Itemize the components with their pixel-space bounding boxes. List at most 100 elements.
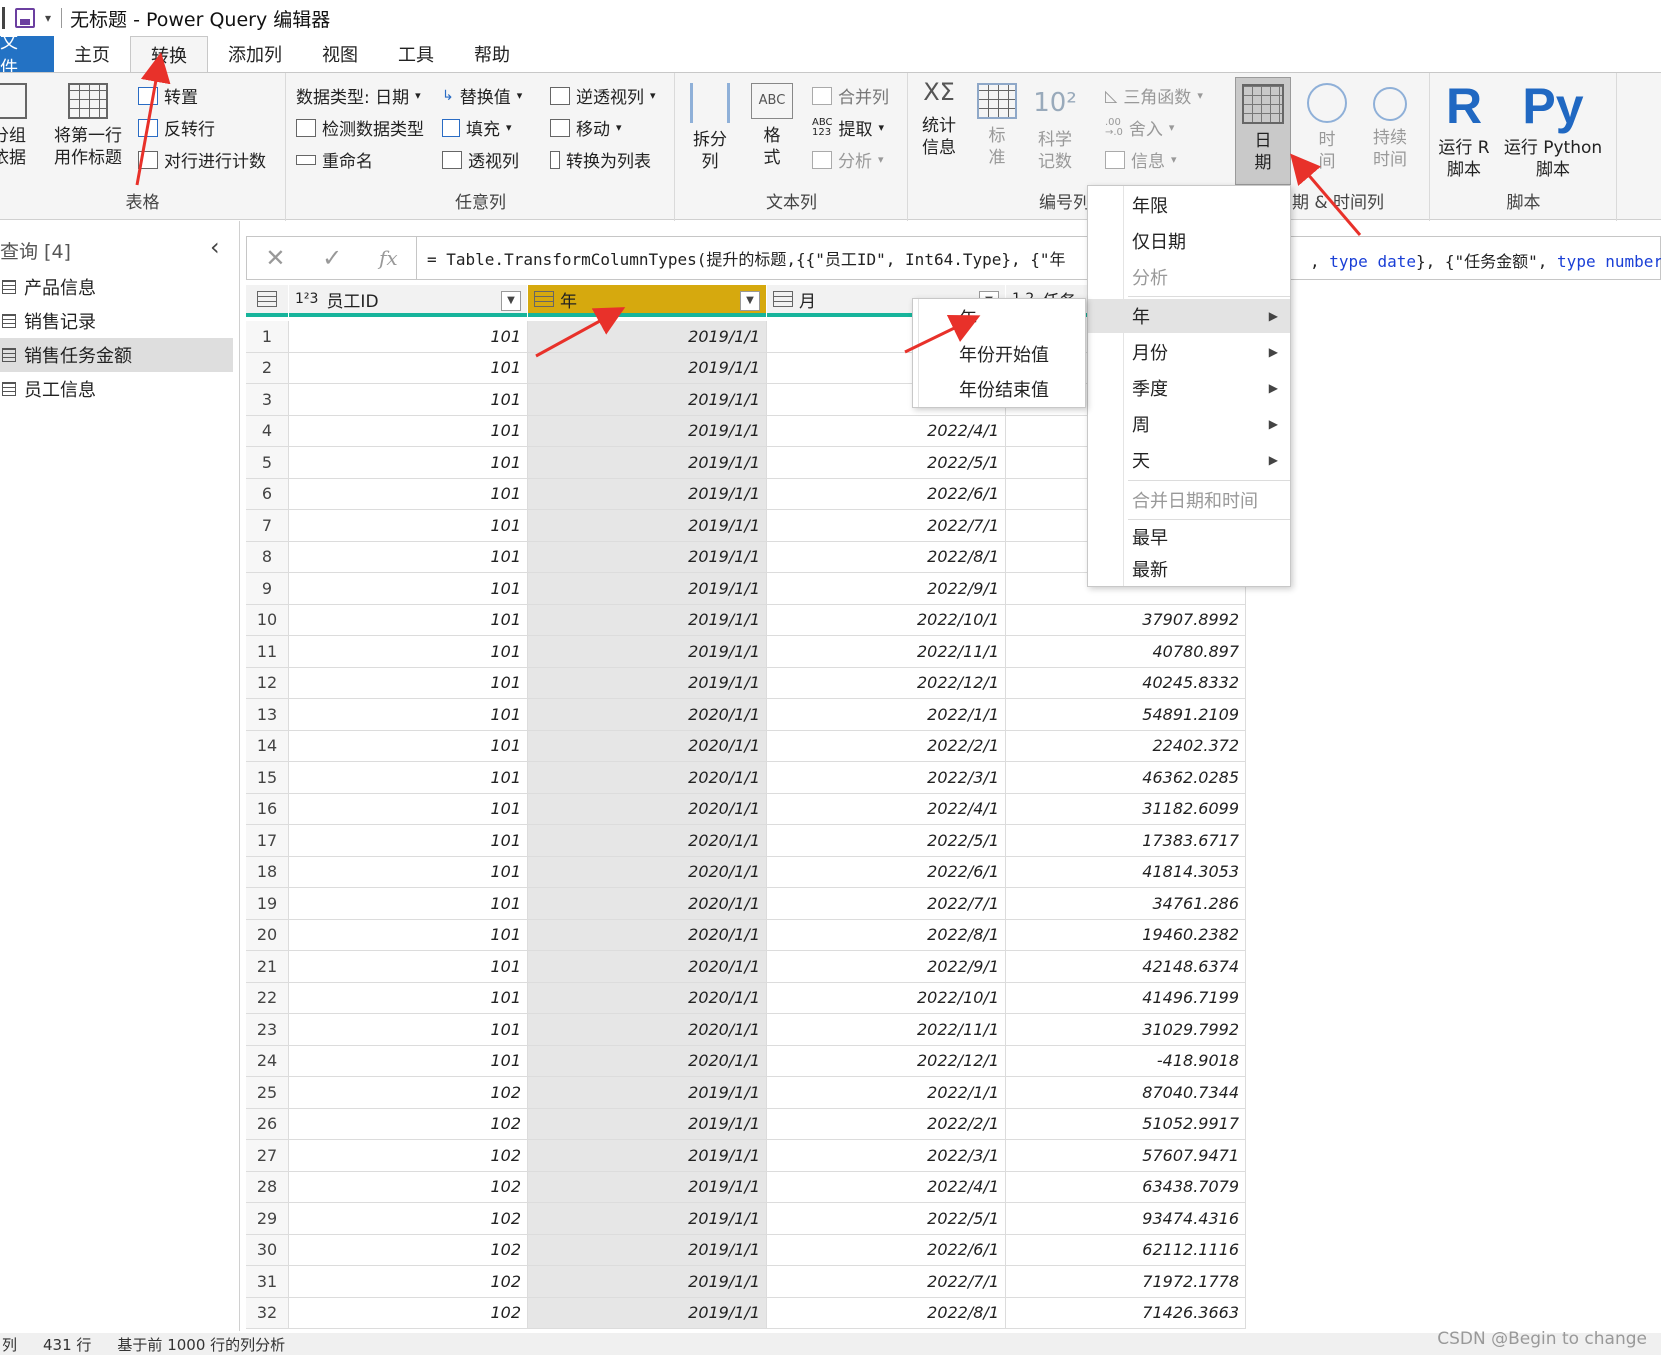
table-cell[interactable]: 2019/1/1 — [528, 510, 767, 542]
move-button[interactable]: 移动 ▾ — [550, 115, 622, 140]
table-cell[interactable]: 2022/4/1 — [767, 793, 1006, 825]
row-number[interactable]: 19 — [246, 888, 289, 920]
table-cell[interactable]: 87040.7344 — [1006, 1077, 1246, 1109]
table-row[interactable]: 28 102 2019/1/1 2022/4/1 63438.7079 — [246, 1171, 1246, 1203]
table-cell[interactable]: 42148.6374 — [1006, 951, 1246, 983]
row-number[interactable]: 9 — [246, 573, 289, 605]
table-cell[interactable]: 2022/2/1 — [767, 730, 1006, 762]
data-type-dropdown[interactable]: 数据类型: 日期 ▾ — [296, 83, 421, 108]
menu-item-day[interactable]: 天 ▶ — [1088, 443, 1290, 477]
table-cell[interactable]: 93474.4316 — [1006, 1203, 1246, 1235]
table-cell[interactable]: 102 — [289, 1171, 528, 1203]
table-cell[interactable]: 2022/4/1 — [767, 415, 1006, 447]
table-cell[interactable]: 46362.0285 — [1006, 762, 1246, 794]
row-number[interactable]: 21 — [246, 951, 289, 983]
table-row[interactable]: 26 102 2019/1/1 2022/2/1 51052.9917 — [246, 1108, 1246, 1140]
table-cell[interactable]: 2019/1/1 — [528, 1234, 767, 1266]
group-by-button[interactable]: 分组 依据 — [0, 83, 32, 169]
detect-type-button[interactable]: 检测数据类型 — [296, 115, 424, 140]
table-cell[interactable]: 2022/10/1 — [767, 604, 1006, 636]
table-cell[interactable]: 101 — [289, 352, 528, 384]
table-cell[interactable]: 2019/1/1 — [528, 573, 767, 605]
row-number[interactable]: 11 — [246, 636, 289, 668]
table-cell[interactable]: 2020/1/1 — [528, 1014, 767, 1046]
parse-button[interactable]: 分析 ▾ — [812, 147, 884, 172]
table-cell[interactable]: 102 — [289, 1203, 528, 1235]
table-cell[interactable]: 2019/1/1 — [528, 321, 767, 353]
row-number[interactable]: 29 — [246, 1203, 289, 1235]
table-cell[interactable]: 102 — [289, 1297, 528, 1329]
table-cell[interactable]: 2019/1/1 — [528, 1077, 767, 1109]
table-row[interactable]: 32 102 2019/1/1 2022/8/1 71426.3663 — [246, 1297, 1246, 1329]
table-cell[interactable]: 2020/1/1 — [528, 1045, 767, 1077]
merge-columns-button[interactable]: 合并列 — [812, 83, 889, 108]
row-number[interactable]: 16 — [246, 793, 289, 825]
table-cell[interactable]: 2022/12/1 — [767, 667, 1006, 699]
table-cell[interactable]: 2019/1/1 — [528, 384, 767, 416]
table-cell[interactable]: 2020/1/1 — [528, 951, 767, 983]
table-cell[interactable]: 2022/7/1 — [767, 1266, 1006, 1298]
table-cell[interactable]: 101 — [289, 636, 528, 668]
table-cell[interactable]: 101 — [289, 604, 528, 636]
table-row[interactable]: 15 101 2020/1/1 2022/3/1 46362.0285 — [246, 762, 1246, 794]
table-row[interactable]: 24 101 2020/1/1 2022/12/1 -418.9018 — [246, 1045, 1246, 1077]
menu-item-earliest[interactable]: 最早 — [1088, 520, 1290, 554]
menu-item-parse[interactable]: 分析 — [1088, 260, 1290, 294]
table-row[interactable]: 25 102 2019/1/1 2022/1/1 87040.7344 — [246, 1077, 1246, 1109]
table-cell[interactable]: 101 — [289, 793, 528, 825]
row-number[interactable]: 24 — [246, 1045, 289, 1077]
row-number[interactable]: 31 — [246, 1266, 289, 1298]
save-icon[interactable] — [15, 8, 35, 28]
table-cell[interactable]: 101 — [289, 730, 528, 762]
scientific-button[interactable]: 10² 科学 记数 — [1027, 83, 1083, 173]
table-cell[interactable]: 101 — [289, 321, 528, 353]
table-cell[interactable]: 2020/1/1 — [528, 856, 767, 888]
row-number[interactable]: 18 — [246, 856, 289, 888]
table-row[interactable]: 17 101 2020/1/1 2022/5/1 17383.6717 — [246, 825, 1246, 857]
table-cell[interactable]: 2022/2/1 — [767, 1108, 1006, 1140]
table-cell[interactable]: 2019/1/1 — [528, 447, 767, 479]
row-number[interactable]: 27 — [246, 1140, 289, 1172]
table-cell[interactable]: 101 — [289, 951, 528, 983]
replace-values-button[interactable]: ↳ 替换值 ▾ — [442, 83, 522, 109]
round-button[interactable]: .00 →.0 舍入 ▾ — [1105, 115, 1174, 140]
menu-item-combine-date-time[interactable]: 合并日期和时间 — [1088, 483, 1290, 517]
extract-button[interactable]: ABC 123 提取 ▾ — [812, 115, 884, 140]
table-cell[interactable]: 71972.1778 — [1006, 1266, 1246, 1298]
commit-formula-icon[interactable]: ✓ — [322, 244, 342, 272]
table-row[interactable]: 16 101 2020/1/1 2022/4/1 31182.6099 — [246, 793, 1246, 825]
table-cell[interactable]: 2022/7/1 — [767, 888, 1006, 920]
time-button[interactable]: 时 间 — [1302, 83, 1352, 173]
tab-help[interactable]: 帮助 — [454, 36, 530, 72]
table-row[interactable]: 18 101 2020/1/1 2022/6/1 41814.3053 — [246, 856, 1246, 888]
row-number[interactable]: 1 — [246, 321, 289, 353]
menu-item-quarter[interactable]: 季度 ▶ — [1088, 371, 1290, 405]
customize-toolbar-chevron-icon[interactable]: ▾ — [45, 11, 51, 25]
table-row[interactable]: 13 101 2020/1/1 2022/1/1 54891.2109 — [246, 699, 1246, 731]
table-cell[interactable]: 2020/1/1 — [528, 793, 767, 825]
table-cell[interactable]: 2022/11/1 — [767, 636, 1006, 668]
column-filter-dropdown-icon[interactable]: ▼ — [740, 291, 760, 311]
row-number[interactable]: 26 — [246, 1108, 289, 1140]
table-cell[interactable]: 2022/8/1 — [767, 1297, 1006, 1329]
formula-input[interactable]: = Table.TransformColumnTypes(提升的标题,{{"员工… — [417, 246, 1066, 270]
pivot-button[interactable]: 透视列 — [442, 147, 519, 172]
row-number[interactable]: 30 — [246, 1234, 289, 1266]
table-cell[interactable]: 2019/1/1 — [528, 1140, 767, 1172]
table-cell[interactable]: 101 — [289, 825, 528, 857]
table-cell[interactable]: 2022/9/1 — [767, 573, 1006, 605]
transpose-button[interactable]: 转置 — [138, 83, 198, 108]
submenu-item-year[interactable]: 年 — [913, 301, 1085, 335]
query-item[interactable]: 员工信息 — [0, 372, 233, 406]
table-cell[interactable]: 2022/3/1 — [767, 1140, 1006, 1172]
table-cell[interactable]: 102 — [289, 1234, 528, 1266]
row-number[interactable]: 2 — [246, 352, 289, 384]
table-cell[interactable]: 2022/1/1 — [767, 699, 1006, 731]
tab-home[interactable]: 主页 — [54, 36, 130, 72]
format-button[interactable]: ABC 格 式 — [750, 83, 794, 169]
unpivot-button[interactable]: 逆透视列 ▾ — [550, 83, 656, 108]
table-cell[interactable]: 101 — [289, 762, 528, 794]
table-cell[interactable]: 2022/4/1 — [767, 1171, 1006, 1203]
fill-button[interactable]: 填充 ▾ — [442, 115, 512, 140]
row-number[interactable]: 17 — [246, 825, 289, 857]
